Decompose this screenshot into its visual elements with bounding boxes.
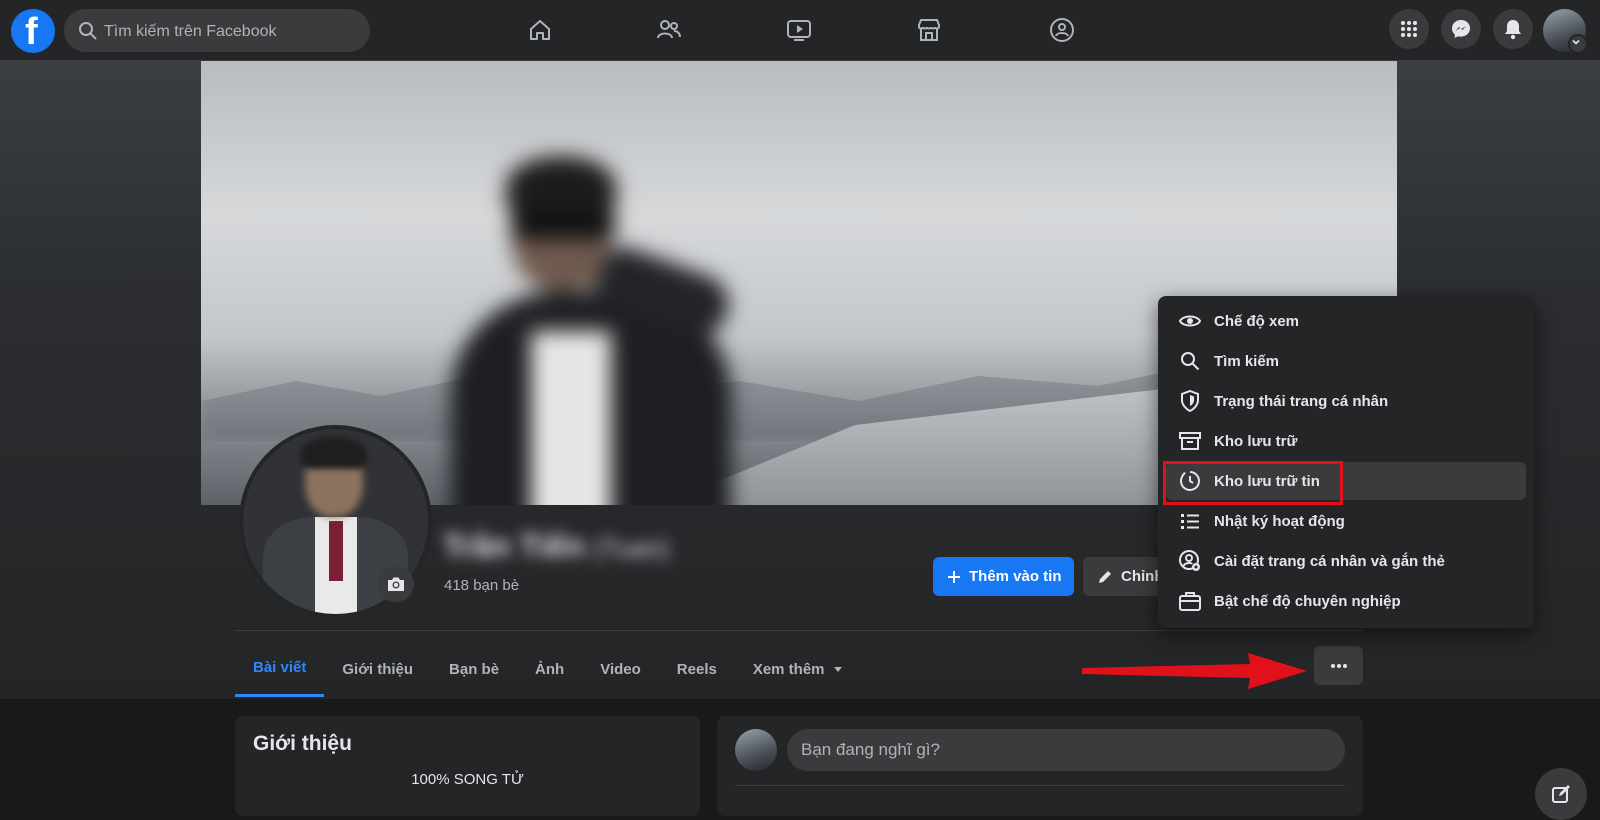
search-input[interactable] — [102, 9, 366, 54]
top-navigation-bar: f — [0, 0, 1600, 61]
profile-name: Trần Tiến (Tuan) — [443, 528, 670, 564]
menu-grid-icon[interactable] — [1389, 9, 1429, 49]
intro-card: Giới thiệu 100% SONG TỬ — [235, 716, 700, 816]
menu-item-profile-settings[interactable]: Cài đặt trang cá nhân và gắn thẻ — [1166, 542, 1526, 580]
search-box[interactable] — [64, 9, 370, 54]
tab-about[interactable]: Giới thiệu — [324, 641, 431, 697]
menu-item-view-as[interactable]: Chế độ xem — [1166, 302, 1526, 340]
profile-tabs: Bài viết Giới thiệu Bạn bè Ảnh Video Ree… — [235, 641, 862, 697]
briefcase-icon — [1178, 589, 1202, 613]
intro-bio: 100% SONG TỬ — [411, 771, 524, 788]
composer-input[interactable] — [787, 729, 1345, 771]
menu-item-professional-mode[interactable]: Bật chế độ chuyên nghiệp — [1166, 582, 1526, 620]
compose-icon — [1552, 785, 1570, 803]
intro-title: Giới thiệu — [253, 732, 352, 755]
caret-down-icon — [833, 667, 842, 672]
facebook-logo[interactable]: f — [11, 9, 55, 53]
bell-icon[interactable] — [1493, 9, 1533, 49]
menu-item-profile-status[interactable]: Trạng thái trang cá nhân — [1166, 382, 1526, 420]
search-icon — [79, 22, 97, 40]
plus-icon — [948, 570, 960, 583]
friends-icon[interactable] — [641, 10, 697, 50]
more-options-button[interactable] — [1314, 646, 1363, 685]
tab-more[interactable]: Xem thêm — [735, 641, 862, 697]
shield-icon — [1178, 389, 1202, 413]
annotation-arrow — [1082, 653, 1307, 689]
archive-icon — [1178, 429, 1202, 453]
tab-photos[interactable]: Ảnh — [517, 641, 582, 697]
add-to-story-button[interactable]: Thêm vào tin — [933, 557, 1074, 596]
ellipsis-icon — [1330, 663, 1347, 668]
menu-item-activity-log[interactable]: Nhật ký hoạt động — [1166, 502, 1526, 540]
camera-icon[interactable] — [378, 566, 414, 602]
account-avatar[interactable] — [1543, 9, 1588, 54]
marketplace-icon[interactable] — [901, 10, 957, 50]
header-divider — [235, 630, 1363, 631]
composer-divider — [735, 785, 1345, 786]
pencil-icon — [1099, 570, 1111, 583]
menu-item-archive[interactable]: Kho lưu trữ — [1166, 422, 1526, 460]
eye-icon — [1178, 309, 1202, 333]
watch-icon[interactable] — [771, 10, 827, 50]
profile-settings-icon — [1178, 549, 1202, 573]
messenger-icon[interactable] — [1441, 9, 1481, 49]
chevron-down-icon — [1568, 34, 1588, 54]
home-icon[interactable] — [512, 10, 568, 50]
tab-posts[interactable]: Bài viết — [235, 641, 325, 697]
tab-friends[interactable]: Bạn bè — [431, 641, 517, 697]
search-icon — [1178, 349, 1202, 373]
tab-reels[interactable]: Reels — [659, 641, 735, 697]
tab-videos[interactable]: Video — [582, 641, 659, 697]
menu-item-search[interactable]: Tìm kiếm — [1166, 342, 1526, 380]
post-composer — [717, 716, 1363, 816]
friends-count[interactable]: 418 bạn bè — [444, 577, 519, 594]
composer-avatar[interactable] — [735, 729, 777, 771]
groups-icon[interactable] — [1034, 10, 1090, 50]
list-icon — [1178, 509, 1202, 533]
new-message-button[interactable] — [1535, 768, 1587, 820]
annotation-highlight-box — [1163, 461, 1343, 505]
